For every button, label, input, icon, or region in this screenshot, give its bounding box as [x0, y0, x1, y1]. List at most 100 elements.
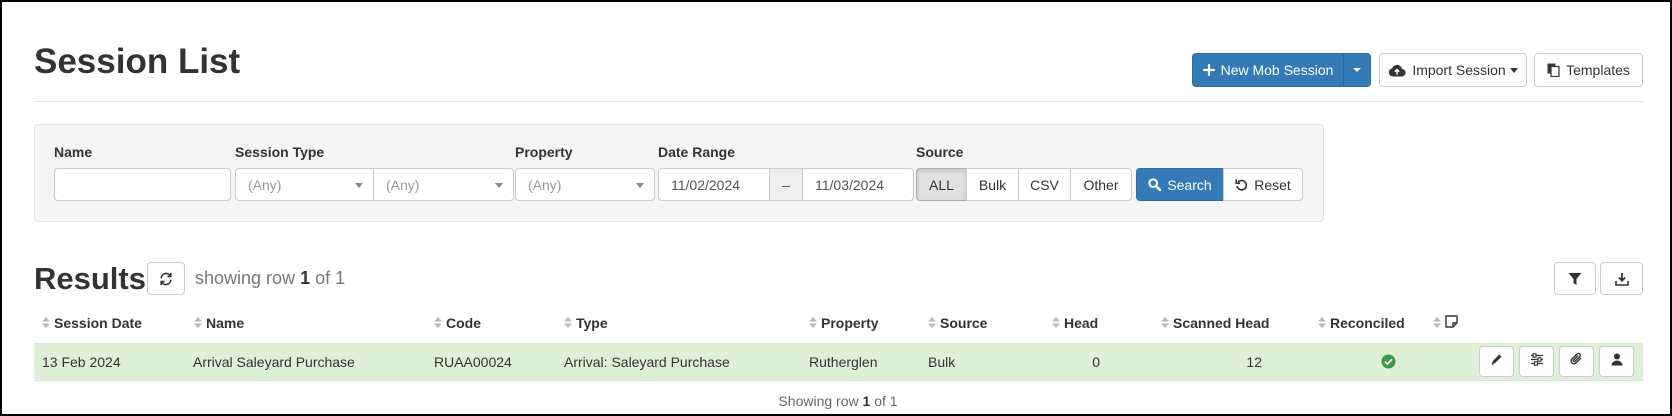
adjust-button[interactable]: [1519, 346, 1554, 377]
import-session-label: Import Session: [1412, 62, 1506, 78]
date-to-input[interactable]: 11/03/2024: [802, 168, 914, 201]
download-icon: [1614, 272, 1629, 286]
session-subtype-select[interactable]: (Any): [373, 168, 514, 201]
sort-icon: [1161, 315, 1169, 331]
column-header-session-date[interactable]: Session Date: [42, 315, 142, 331]
session-subtype-value: (Any): [386, 176, 420, 193]
cell-name: Arrival Saleyard Purchase: [193, 354, 355, 370]
showing-current: 1: [300, 268, 311, 288]
app-window: Session List New Mob Session Import Sess…: [0, 0, 1672, 416]
sort-icon: [1318, 315, 1326, 331]
date-to-value: 11/03/2024: [815, 176, 885, 193]
import-session-button[interactable]: Import Session: [1379, 53, 1527, 87]
date-range-separator: –: [769, 168, 803, 201]
header-divider: [34, 101, 1643, 102]
sliders-icon: [1530, 352, 1544, 371]
source-option-all[interactable]: ALL: [916, 168, 967, 201]
column-label: Name: [206, 315, 245, 331]
name-input[interactable]: [54, 168, 231, 201]
filter-button[interactable]: [1554, 262, 1596, 295]
attachment-button[interactable]: [1559, 346, 1594, 377]
plus-icon: [1202, 64, 1215, 76]
source-option-csv[interactable]: CSV: [1018, 168, 1071, 201]
table-footer-showing: Showing row 1 of 1: [2, 393, 1672, 409]
cell-code: RUAA00024: [434, 354, 512, 370]
edit-button[interactable]: [1479, 346, 1514, 377]
date-range-label: Date Range: [658, 144, 736, 160]
sort-icon: [1052, 315, 1060, 331]
download-button[interactable]: [1600, 262, 1643, 295]
column-header-reconciled[interactable]: Reconciled: [1318, 315, 1405, 331]
footer-current: 1: [862, 393, 871, 409]
results-title: Results: [34, 261, 146, 296]
property-select[interactable]: (Any): [515, 168, 655, 201]
session-type-label: Session Type: [235, 144, 325, 160]
column-header-scanned-head[interactable]: Scanned Head: [1161, 315, 1269, 331]
source-option-csv-label: CSV: [1030, 176, 1059, 193]
cell-property: Rutherglen: [809, 354, 878, 370]
sort-icon: [809, 315, 817, 331]
name-filter-label: Name: [54, 144, 93, 160]
column-label: Head: [1064, 315, 1099, 331]
column-header-name[interactable]: Name: [194, 315, 244, 331]
column-label: Source: [940, 315, 988, 331]
chevron-down-icon: [636, 183, 644, 188]
session-type-select[interactable]: (Any): [235, 168, 374, 201]
new-mob-session-button[interactable]: New Mob Session: [1192, 53, 1344, 87]
reset-button-label: Reset: [1254, 176, 1291, 193]
results-showing-text: showing row 1 of 1: [195, 268, 345, 289]
templates-button[interactable]: Templates: [1534, 53, 1643, 87]
column-label: Session Date: [54, 315, 142, 331]
page-title: Session List: [34, 42, 241, 81]
pencil-icon: [1490, 353, 1503, 371]
sort-icon: [434, 315, 442, 331]
cloud-upload-icon: [1388, 64, 1406, 77]
check-circle-icon: [1381, 354, 1396, 374]
source-option-all-label: ALL: [929, 176, 954, 193]
column-header-head[interactable]: Head: [1052, 315, 1098, 331]
showing-of: of 1: [315, 268, 346, 288]
chevron-down-icon: [355, 183, 363, 188]
column-header-property[interactable]: Property: [809, 315, 879, 331]
column-header-notes[interactable]: [1433, 315, 1458, 331]
sort-icon: [194, 315, 202, 331]
column-label: Reconciled: [1330, 315, 1405, 331]
column-header-source[interactable]: Source: [928, 315, 987, 331]
column-label: Code: [446, 315, 481, 331]
column-label: Scanned Head: [1173, 315, 1270, 331]
refresh-button[interactable]: [147, 262, 185, 295]
new-session-dropdown-toggle[interactable]: [1343, 53, 1371, 87]
cell-source: Bulk: [928, 354, 956, 370]
column-header-type[interactable]: Type: [564, 315, 608, 331]
reset-button[interactable]: Reset: [1223, 168, 1303, 201]
cell-session-date: 13 Feb 2024: [42, 354, 121, 370]
source-label: Source: [916, 144, 964, 160]
cell-type: Arrival: Saleyard Purchase: [564, 354, 730, 370]
sort-icon: [564, 315, 572, 331]
sort-icon: [928, 315, 936, 331]
search-icon: [1148, 178, 1162, 191]
column-label: Type: [576, 315, 608, 331]
paperclip-icon: [1570, 352, 1583, 371]
footer-of: of 1: [874, 393, 898, 409]
templates-label: Templates: [1566, 62, 1630, 78]
user-button[interactable]: [1599, 346, 1634, 377]
column-header-code[interactable]: Code: [434, 315, 481, 331]
property-label: Property: [515, 144, 573, 160]
session-type-value: (Any): [248, 176, 282, 193]
filter-icon: [1568, 272, 1582, 286]
cell-head: 0: [1092, 354, 1100, 370]
source-option-bulk-label: Bulk: [978, 176, 1007, 193]
copy-icon: [1547, 63, 1560, 77]
user-icon: [1611, 353, 1623, 371]
property-value: (Any): [528, 176, 562, 193]
sort-icon: [1433, 315, 1441, 331]
date-from-input[interactable]: 11/02/2024: [658, 168, 770, 201]
search-button-label: Search: [1167, 176, 1212, 193]
undo-icon: [1235, 178, 1248, 191]
sticky-note-icon: [1445, 315, 1458, 331]
source-option-other[interactable]: Other: [1070, 168, 1132, 201]
source-option-bulk[interactable]: Bulk: [966, 168, 1019, 201]
refresh-icon: [159, 272, 173, 286]
search-button[interactable]: Search: [1136, 168, 1224, 201]
